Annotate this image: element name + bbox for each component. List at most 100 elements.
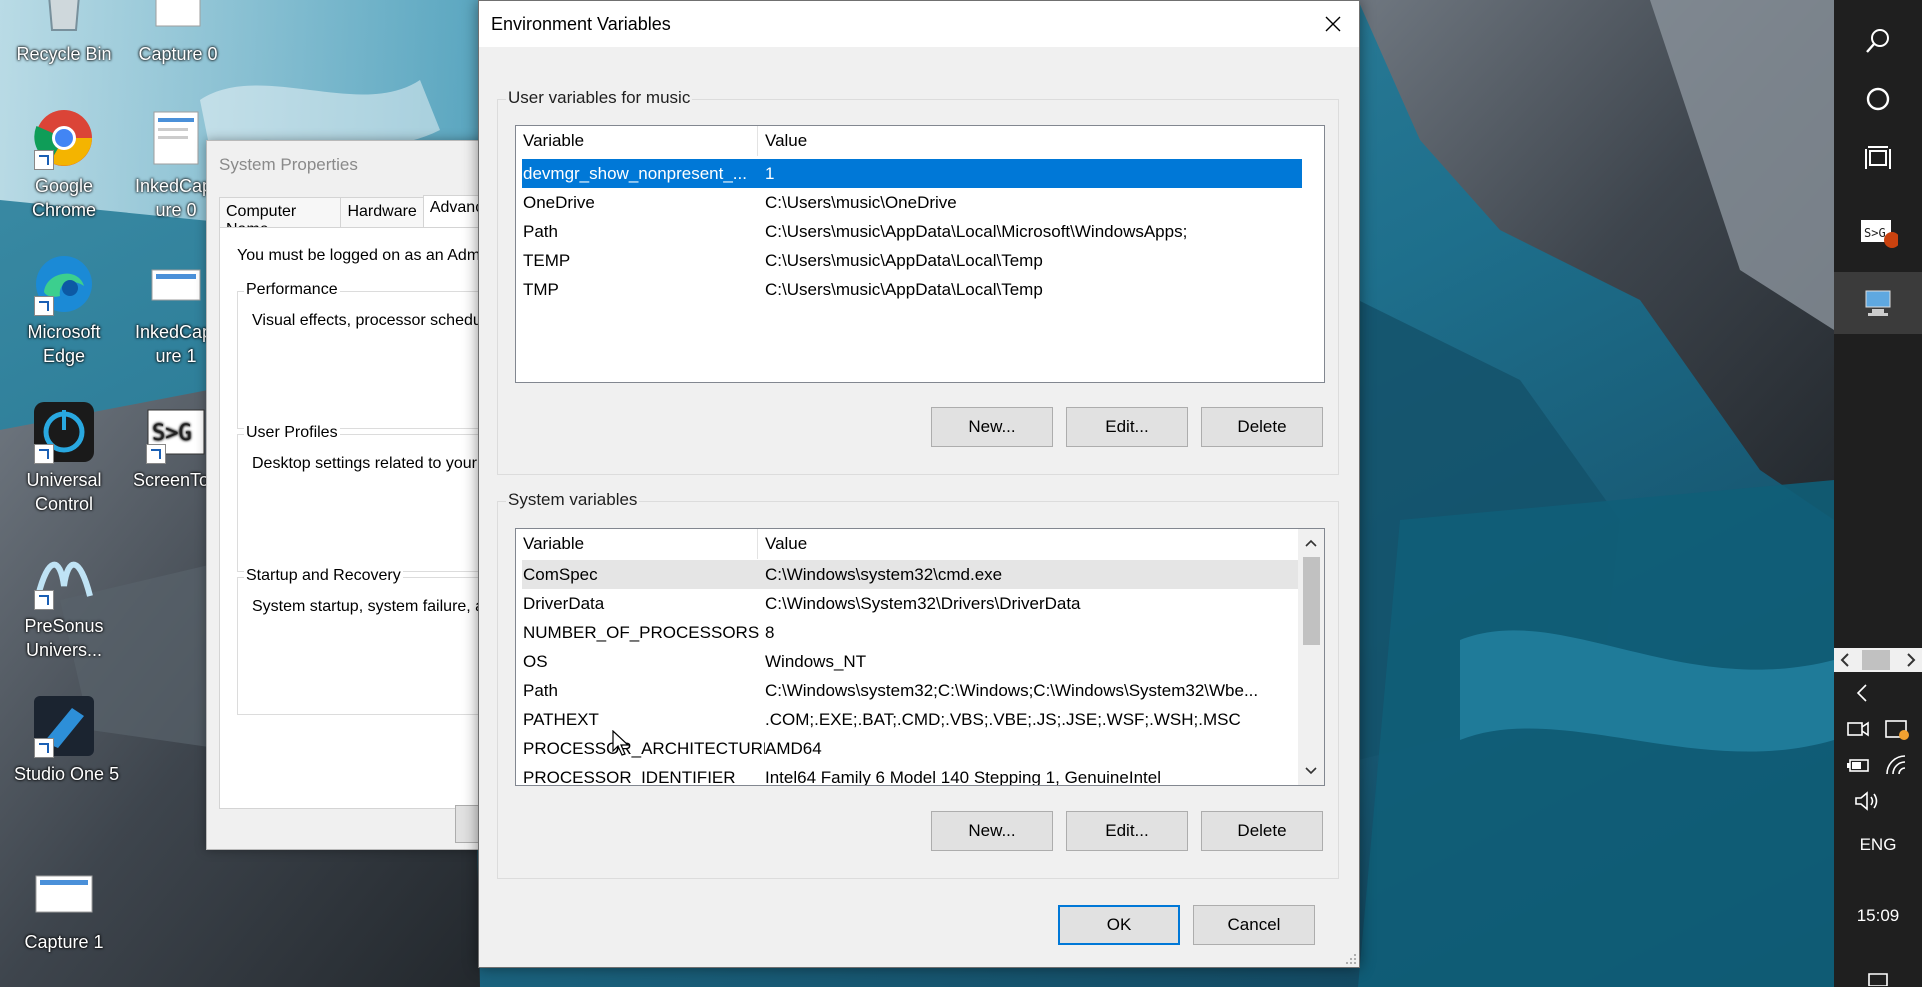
column-header-value[interactable]: Value xyxy=(758,529,807,559)
user-edit-button[interactable]: Edit... xyxy=(1066,407,1188,447)
notifications-button[interactable] xyxy=(1834,970,1922,987)
meet-now-icon[interactable] xyxy=(1846,718,1870,740)
search-button[interactable] xyxy=(1834,16,1922,66)
user-variables-label: User variables for music xyxy=(506,88,693,108)
svg-text:S>G: S>G xyxy=(152,421,192,446)
desktop-icon-universal-control[interactable]: Universal Control xyxy=(14,400,114,516)
list-row[interactable]: ComSpec C:\Windows\system32\cmd.exe xyxy=(522,560,1298,589)
title-bar: Environment Variables xyxy=(479,1,1359,47)
desktop-icon-label: Google Chrome xyxy=(31,176,97,220)
row-variable: PROCESSOR_IDENTIFIER xyxy=(523,768,736,786)
image-file-icon xyxy=(144,252,208,316)
row-value: 1 xyxy=(765,164,775,183)
system-new-button[interactable]: New... xyxy=(931,811,1053,851)
cortana-button[interactable] xyxy=(1834,74,1922,124)
shortcut-arrow-icon xyxy=(146,444,166,464)
svg-text:S>G: S>G xyxy=(1864,226,1886,240)
system-variables-list[interactable]: Variable Value ComSpec C:\Windows\system… xyxy=(515,528,1325,786)
row-variable: OneDrive xyxy=(523,193,595,212)
cortana-icon xyxy=(1866,87,1890,111)
desktop-icon-label: Recycle Bin xyxy=(16,44,112,64)
desktop-icon-recycle-bin[interactable]: Recycle Bin xyxy=(14,0,114,66)
row-value: C:\Windows\System32\Drivers\DriverData xyxy=(765,594,1081,613)
user-new-button[interactable]: New... xyxy=(931,407,1053,447)
row-value: C:\Users\music\OneDrive xyxy=(765,193,957,212)
environment-variables-dialog[interactable]: Environment Variables User variables for… xyxy=(478,0,1360,968)
column-header-variable[interactable]: Variable xyxy=(516,529,758,559)
user-variables-list[interactable]: Variable Value devmgr_show_nonpresent_..… xyxy=(515,125,1325,383)
tray-row-1 xyxy=(1834,712,1922,746)
chevron-left-icon[interactable] xyxy=(1840,653,1850,667)
row-variable: TEMP xyxy=(523,251,571,270)
show-hidden-icons-button[interactable] xyxy=(1834,678,1922,708)
recycle-bin-icon xyxy=(32,0,96,38)
system-edit-button[interactable]: Edit... xyxy=(1066,811,1188,851)
row-variable: TMP xyxy=(523,280,559,299)
desktop-icon-capture-1[interactable]: Capture 1 xyxy=(14,862,114,954)
list-row[interactable]: Path C:\Windows\system32;C:\Windows;C:\W… xyxy=(522,676,1298,705)
system-properties-window[interactable]: System Properties Computer Name Hardware… xyxy=(206,140,773,850)
clock[interactable]: 15:09 xyxy=(1834,900,1922,932)
row-value: Windows_NT xyxy=(765,652,867,671)
scroll-thumb[interactable] xyxy=(1303,557,1320,645)
tray-scroll-thumb[interactable] xyxy=(1862,650,1890,670)
list-row[interactable]: PROCESSOR_IDENTIFIER Intel64 Family 6 Mo… xyxy=(522,763,1298,786)
chrome-icon xyxy=(32,106,96,170)
desktop-icon-microsoft-edge[interactable]: Microsoft Edge xyxy=(14,252,114,368)
list-row[interactable]: devmgr_show_nonpresent_... 1 xyxy=(522,159,1302,188)
clock-time: 15:09 xyxy=(1856,906,1900,925)
list-row[interactable]: NUMBER_OF_PROCESSORS 8 xyxy=(522,618,1298,647)
vertical-scrollbar[interactable] xyxy=(1298,529,1324,785)
list-row[interactable]: OS Windows_NT xyxy=(522,647,1298,676)
row-variable: Path xyxy=(523,681,558,700)
list-row[interactable]: TEMP C:\Users\music\AppData\Local\Temp xyxy=(522,246,1302,275)
column-header-value[interactable]: Value xyxy=(758,126,807,156)
volume-button[interactable] xyxy=(1834,784,1922,818)
taskbar-app-screentogif[interactable]: S>G xyxy=(1834,206,1922,258)
row-variable: ComSpec xyxy=(523,565,598,584)
close-button[interactable] xyxy=(1307,1,1359,47)
resize-grip-icon[interactable] xyxy=(1345,953,1357,965)
battery-icon[interactable] xyxy=(1847,756,1871,774)
user-delete-button[interactable]: Delete xyxy=(1201,407,1323,447)
tray-scrollbar[interactable] xyxy=(1834,648,1922,672)
tray-row-2 xyxy=(1834,748,1922,782)
task-view-icon xyxy=(1865,146,1891,169)
list-row[interactable]: PROCESSOR_ARCHITECTURE AMD64 xyxy=(522,734,1298,763)
row-value: C:\Windows\system32;C:\Windows;C:\Window… xyxy=(765,681,1259,700)
notification-icon xyxy=(1868,972,1888,986)
desktop-icon-label: Microsoft Edge xyxy=(27,322,101,366)
image-file-icon xyxy=(146,0,210,38)
wifi-icon[interactable] xyxy=(1885,754,1909,776)
desktop-icon-presonus[interactable]: PreSonus Univers... xyxy=(14,546,114,662)
studio-one-icon xyxy=(32,694,96,758)
cancel-button[interactable]: Cancel xyxy=(1193,905,1315,945)
list-row[interactable]: PATHEXT .COM;.EXE;.BAT;.CMD;.VBS;.VBE;.J… xyxy=(522,705,1298,734)
performance-group: Performance Visual effects, processor sc… xyxy=(237,281,766,429)
column-header-variable[interactable]: Variable xyxy=(516,126,758,156)
desktop-icon-capture-0[interactable]: Capture 0 xyxy=(128,0,228,66)
list-row[interactable]: TMP C:\Users\music\AppData\Local\Temp xyxy=(522,275,1302,304)
vertical-taskbar: S>G ENG 15:09 xyxy=(1834,0,1922,987)
system-delete-button[interactable]: Delete xyxy=(1201,811,1323,851)
row-variable: OS xyxy=(523,652,548,671)
chevron-right-icon[interactable] xyxy=(1906,653,1916,667)
ok-button[interactable]: OK xyxy=(1058,905,1180,945)
scroll-up-button[interactable] xyxy=(1298,529,1324,557)
desktop-icon-studio-one[interactable]: Studio One 5 xyxy=(14,694,120,786)
desktop-icon-google-chrome[interactable]: Google Chrome xyxy=(14,106,114,222)
scroll-down-button[interactable] xyxy=(1298,757,1324,785)
language-indicator[interactable]: ENG xyxy=(1834,830,1922,860)
list-row[interactable]: DriverData C:\Windows\System32\Drivers\D… xyxy=(522,589,1298,618)
row-variable: devmgr_show_nonpresent_... xyxy=(523,164,747,183)
taskbar-app-system-properties[interactable] xyxy=(1834,272,1922,334)
screentogif-tray-icon[interactable] xyxy=(1884,717,1910,741)
row-value: AMD64 xyxy=(765,739,822,758)
task-view-button[interactable] xyxy=(1834,134,1922,184)
shortcut-arrow-icon xyxy=(34,738,54,758)
list-row[interactable]: Path C:\Users\music\AppData\Local\Micros… xyxy=(522,217,1302,246)
screentogif-icon: S>G xyxy=(1861,220,1898,248)
desktop-icon-label: Studio One 5 xyxy=(14,764,120,784)
list-row[interactable]: OneDrive C:\Users\music\OneDrive xyxy=(522,188,1302,217)
edge-icon xyxy=(32,252,96,316)
